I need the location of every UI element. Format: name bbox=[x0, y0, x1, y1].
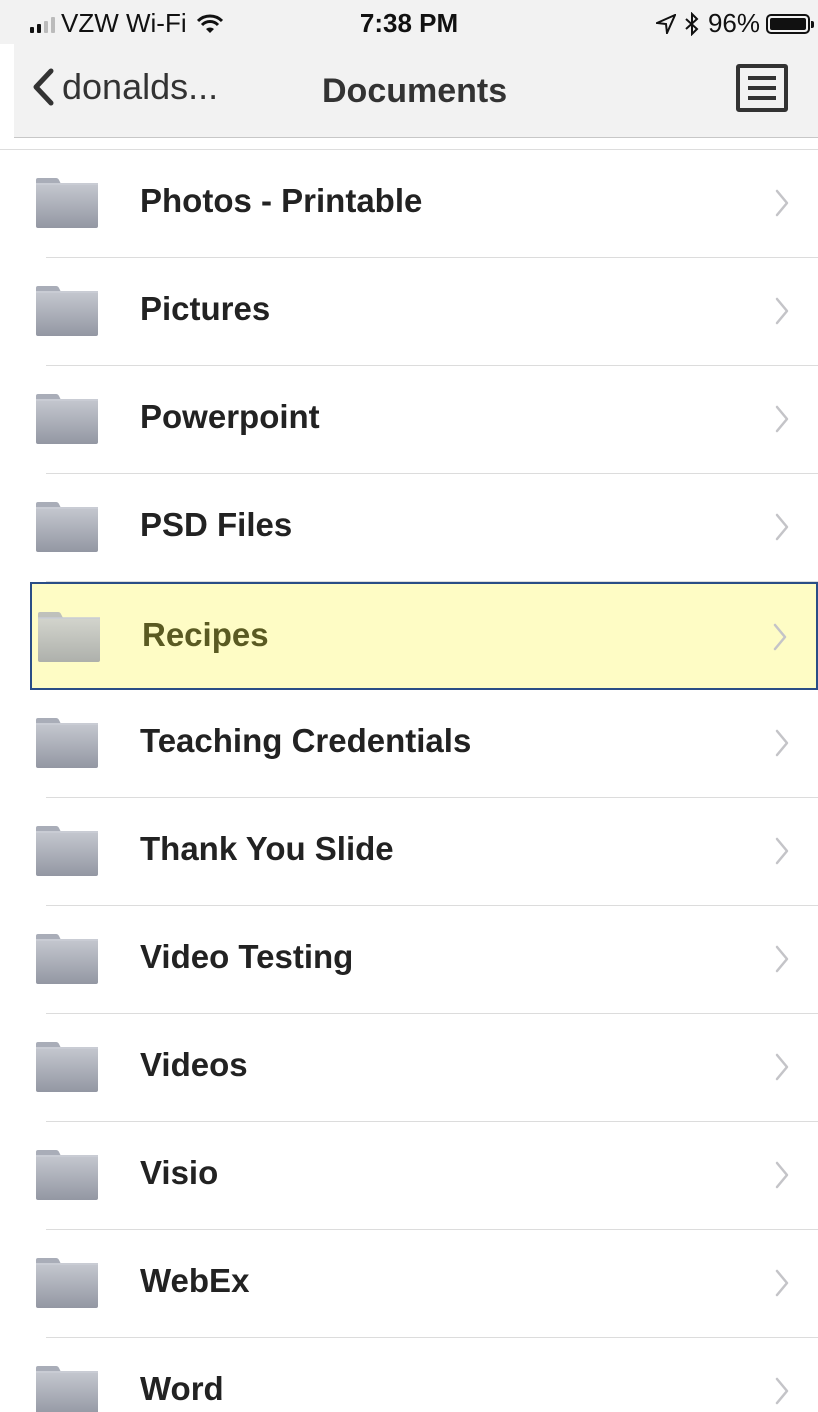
folder-icon bbox=[36, 1042, 98, 1092]
folder-row[interactable]: Powerpoint bbox=[36, 366, 818, 474]
folder-icon bbox=[36, 1150, 98, 1200]
battery-icon bbox=[766, 13, 814, 34]
folder-row[interactable]: Pictures bbox=[36, 258, 818, 366]
chevron-right-icon bbox=[775, 513, 789, 541]
chevron-right-icon bbox=[775, 189, 789, 217]
folder-row[interactable]: Videos bbox=[36, 1014, 818, 1122]
chevron-right-icon bbox=[775, 945, 789, 973]
folder-row[interactable]: Thank You Slide bbox=[36, 798, 818, 906]
chevron-right-icon bbox=[775, 1053, 789, 1081]
folder-name: Teaching Credentials bbox=[140, 722, 472, 759]
folder-row[interactable]: Visio bbox=[36, 1122, 818, 1230]
chevron-right-icon bbox=[775, 405, 789, 433]
chevron-right-icon bbox=[775, 837, 789, 865]
chevron-right-icon bbox=[775, 729, 789, 757]
folder-row[interactable]: PSD Files bbox=[36, 474, 818, 582]
status-bar: VZW Wi-Fi 7:38 PM 96% bbox=[0, 0, 818, 44]
folder-icon bbox=[36, 934, 98, 984]
folder-name: Thank You Slide bbox=[140, 830, 394, 867]
folder-row[interactable]: Video Testing bbox=[36, 906, 818, 1014]
folder-icon bbox=[36, 394, 98, 444]
chevron-right-icon bbox=[775, 1377, 789, 1405]
folder-row[interactable]: Teaching Credentials bbox=[36, 690, 818, 798]
folder-icon bbox=[36, 1258, 98, 1308]
folder-icon bbox=[38, 612, 100, 662]
chevron-right-icon bbox=[773, 623, 787, 651]
folder-name: Videos bbox=[140, 1046, 248, 1083]
back-button[interactable]: donalds... bbox=[32, 66, 218, 108]
location-arrow-icon bbox=[655, 13, 676, 34]
folder-icon bbox=[36, 286, 98, 336]
back-label: donalds... bbox=[62, 66, 219, 107]
folder-icon bbox=[36, 826, 98, 876]
folder-name: Recipes bbox=[142, 616, 269, 653]
folder-row[interactable]: Word bbox=[36, 1338, 818, 1412]
folder-icon bbox=[36, 1366, 98, 1412]
page-title: Documents bbox=[322, 72, 508, 110]
folder-name: Photos - Printable bbox=[140, 182, 423, 219]
folder-name: Pictures bbox=[140, 290, 271, 327]
folder-name: WebEx bbox=[140, 1262, 250, 1299]
chevron-right-icon bbox=[775, 297, 789, 325]
folder-icon bbox=[36, 502, 98, 552]
folder-icon bbox=[36, 718, 98, 768]
folder-name: Video Testing bbox=[140, 938, 354, 975]
folder-name: Word bbox=[140, 1370, 224, 1407]
chevron-right-icon bbox=[775, 1269, 789, 1297]
folder-list: Photos - Printable Pictures Powerpoint PSD … bbox=[0, 149, 818, 1412]
list-menu-button[interactable] bbox=[736, 64, 788, 112]
folder-name: Visio bbox=[140, 1154, 219, 1191]
folder-row[interactable]: Photos - Printable bbox=[36, 150, 818, 258]
folder-icon bbox=[36, 178, 98, 228]
chevron-left-icon bbox=[33, 68, 54, 106]
status-right: 96% bbox=[655, 8, 814, 39]
battery-percent: 96% bbox=[707, 8, 760, 38]
navigation-bar: donalds... Documents bbox=[14, 44, 818, 138]
folder-name: PSD Files bbox=[140, 506, 293, 543]
bluetooth-icon bbox=[685, 11, 699, 36]
folder-name: Powerpoint bbox=[140, 398, 320, 435]
folder-row[interactable]: Recipes bbox=[30, 582, 818, 690]
chevron-right-icon bbox=[775, 1161, 789, 1189]
folder-row[interactable]: WebEx bbox=[36, 1230, 818, 1338]
